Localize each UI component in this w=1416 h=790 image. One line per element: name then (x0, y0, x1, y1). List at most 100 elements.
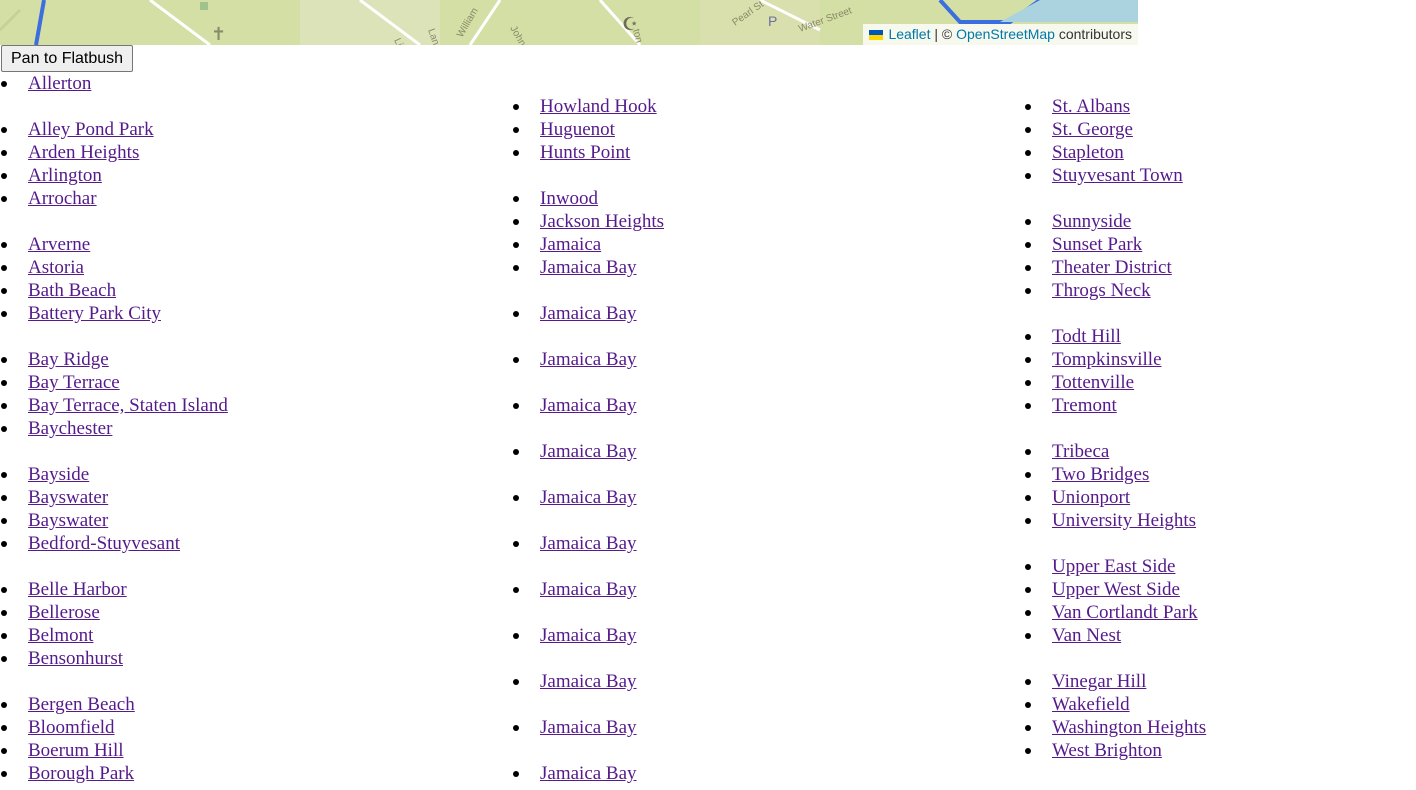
neighborhood-list-item: Vinegar Hill (1024, 670, 1416, 693)
neighborhood-list-item: Wakefield (1024, 693, 1416, 716)
neighborhood-link[interactable]: University Heights (1052, 510, 1196, 531)
neighborhood-link[interactable]: Jamaica Bay (540, 671, 637, 692)
neighborhood-link[interactable]: Jamaica (540, 234, 601, 255)
neighborhood-link[interactable]: Arrochar (28, 188, 97, 209)
neighborhood-link[interactable]: Theater District (1052, 257, 1172, 278)
neighborhood-list-item: Tribeca (1024, 440, 1416, 463)
neighborhood-list-item: Jamaica Bay (512, 762, 1012, 785)
neighborhood-link[interactable]: Jamaica Bay (540, 349, 637, 370)
neighborhood-link[interactable]: Unionport (1052, 487, 1130, 508)
neighborhood-link[interactable]: Van Cortlandt Park (1052, 602, 1198, 623)
neighborhood-link[interactable]: Tribeca (1052, 441, 1109, 462)
neighborhood-link[interactable]: Jamaica Bay (540, 257, 637, 278)
neighborhood-list-item: Arden Heights (0, 141, 500, 164)
neighborhood-link[interactable]: Sunnyside (1052, 211, 1131, 232)
neighborhood-link[interactable]: Bayswater (28, 487, 108, 508)
neighborhood-link[interactable]: Van Nest (1052, 625, 1121, 646)
neighborhood-link[interactable]: Bay Ridge (28, 349, 109, 370)
neighborhood-list: Allerton Alley Pond Park Arden Heights Arli… (0, 72, 500, 785)
neighborhood-list-item: Bayswater (0, 509, 500, 532)
neighborhood-link[interactable]: Sunset Park (1052, 234, 1142, 255)
pan-to-flatbush-button[interactable]: Pan to Flatbush (1, 45, 134, 72)
neighborhood-link[interactable]: Jamaica Bay (540, 763, 637, 784)
neighborhood-link[interactable]: Belle Harbor (28, 579, 127, 600)
neighborhood-list-item: Jamaica Bay (512, 716, 1012, 739)
neighborhood-list-item: Throgs Neck (1024, 279, 1416, 302)
neighborhood-link[interactable]: Bellerose (28, 602, 100, 623)
neighborhood-link[interactable]: St. Albans (1052, 96, 1130, 117)
neighborhood-link[interactable]: Vinegar Hill (1052, 671, 1146, 692)
neighborhood-link[interactable]: Throgs Neck (1052, 280, 1151, 301)
neighborhood-link[interactable]: Jamaica Bay (540, 579, 637, 600)
neighborhood-link[interactable]: Jamaica Bay (540, 441, 637, 462)
neighborhood-list-item: Jamaica Bay (512, 670, 1012, 693)
neighborhood-link[interactable]: Bayswater (28, 510, 108, 531)
neighborhood-link[interactable]: Inwood (540, 188, 598, 209)
map-view[interactable]: ✝ ☪ P Liberty StreetLaneWilliamJohn Stre… (0, 0, 1138, 45)
neighborhood-link[interactable]: Bensonhurst (28, 648, 123, 669)
neighborhood-link[interactable]: Bedford-Stuyvesant (28, 533, 180, 554)
neighborhood-link[interactable]: Bayside (28, 464, 89, 485)
neighborhood-list-item: Jamaica Bay (512, 624, 1012, 647)
neighborhood-link[interactable]: Jamaica Bay (540, 625, 637, 646)
leaflet-link[interactable]: Leaflet (888, 26, 930, 42)
neighborhood-link[interactable]: Boerum Hill (28, 740, 124, 761)
neighborhood-link[interactable]: Tompkinsville (1052, 349, 1162, 370)
neighborhood-link[interactable]: Bay Terrace (28, 372, 120, 393)
neighborhood-list-item: Baychester (0, 417, 500, 440)
neighborhood-link[interactable]: West Brighton (1052, 740, 1162, 761)
neighborhood-link[interactable]: Jamaica Bay (540, 717, 637, 738)
neighborhood-link[interactable]: Todt Hill (1052, 326, 1121, 347)
neighborhood-link[interactable]: Bloomfield (28, 717, 115, 738)
neighborhood-list-item: Hunts Point (512, 141, 1012, 164)
neighborhood-list-item: Bayswater (0, 486, 500, 509)
neighborhood-link[interactable]: Jackson Heights (540, 211, 664, 232)
neighborhood-link[interactable]: Bay Terrace, Staten Island (28, 395, 228, 416)
neighborhood-link[interactable]: Two Bridges (1052, 464, 1149, 485)
neighborhood-list-item: Jamaica Bay (512, 348, 1012, 371)
openstreetmap-link[interactable]: OpenStreetMap (956, 26, 1055, 42)
neighborhood-list-item: Arlington (0, 164, 500, 187)
neighborhood-link[interactable]: Arlington (28, 165, 102, 186)
neighborhood-list: St. Albans St. George Stapleton Stuyvesant … (1024, 95, 1416, 762)
neighborhood-link[interactable]: Huguenot (540, 119, 615, 140)
neighborhood-link[interactable]: Wakefield (1052, 694, 1130, 715)
neighborhood-link[interactable]: Jamaica Bay (540, 487, 637, 508)
neighborhood-list-item: Inwood (512, 187, 1012, 210)
neighborhood-link[interactable]: Hunts Point (540, 142, 630, 163)
neighborhood-link[interactable]: Allerton (28, 73, 91, 94)
neighborhood-link[interactable]: Jamaica Bay (540, 395, 637, 416)
neighborhood-list-item: Belle Harbor (0, 578, 500, 601)
neighborhood-link[interactable]: Upper West Side (1052, 579, 1180, 600)
neighborhood-link[interactable]: Battery Park City (28, 303, 161, 324)
neighborhood-link[interactable]: Borough Park (28, 763, 134, 784)
neighborhood-link[interactable]: Arverne (28, 234, 90, 255)
neighborhood-list-item: Jamaica (512, 233, 1012, 256)
neighborhood-link[interactable]: Belmont (28, 625, 93, 646)
neighborhood-list-item: Jamaica Bay (512, 256, 1012, 279)
neighborhood-link[interactable]: Alley Pond Park (28, 119, 154, 140)
neighborhood-link[interactable]: Stapleton (1052, 142, 1124, 163)
neighborhood-link[interactable]: Washington Heights (1052, 717, 1206, 738)
neighborhood-column-2: Howland Hook Huguenot Hunts Point Inwood Jac… (512, 72, 1012, 785)
neighborhood-link[interactable]: Baychester (28, 418, 112, 439)
neighborhood-list: Howland Hook Huguenot Hunts Point Inwood Jac… (512, 95, 1012, 785)
neighborhood-link[interactable]: Howland Hook (540, 96, 657, 117)
neighborhood-list-item: Van Nest (1024, 624, 1416, 647)
neighborhood-link[interactable]: Bergen Beach (28, 694, 135, 715)
neighborhood-link[interactable]: Upper East Side (1052, 556, 1175, 577)
neighborhood-list-item: Stapleton (1024, 141, 1416, 164)
neighborhood-list-item: University Heights (1024, 509, 1416, 532)
neighborhood-list-item: Jamaica Bay (512, 394, 1012, 417)
neighborhood-link[interactable]: Tottenville (1052, 372, 1134, 393)
neighborhood-link[interactable]: Astoria (28, 257, 84, 278)
neighborhood-link[interactable]: Arden Heights (28, 142, 139, 163)
neighborhood-list-item: Jamaica Bay (512, 532, 1012, 555)
neighborhood-link[interactable]: Jamaica Bay (540, 533, 637, 554)
neighborhood-link[interactable]: Bath Beach (28, 280, 116, 301)
neighborhood-link[interactable]: Stuyvesant Town (1052, 165, 1183, 186)
neighborhood-list-item: Tompkinsville (1024, 348, 1416, 371)
neighborhood-link[interactable]: Tremont (1052, 395, 1117, 416)
neighborhood-link[interactable]: Jamaica Bay (540, 303, 637, 324)
neighborhood-link[interactable]: St. George (1052, 119, 1133, 140)
